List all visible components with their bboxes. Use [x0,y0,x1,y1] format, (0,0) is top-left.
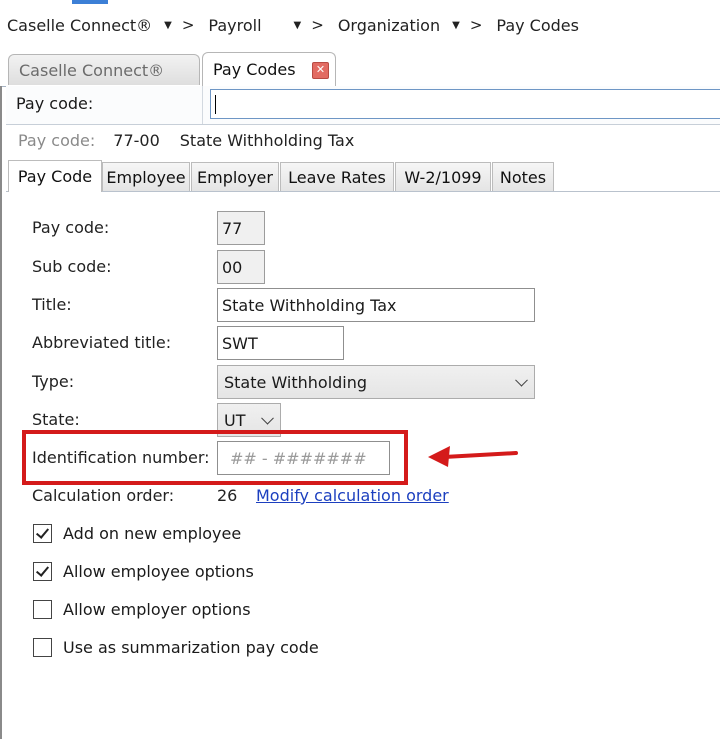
title-strip [0,0,720,6]
breadcrumb-item-pay-codes[interactable]: Pay Codes [496,16,579,35]
window-accent [72,0,108,4]
summary-code: 77-00 [113,131,160,150]
breadcrumb-item-payroll[interactable]: Payroll ▼ > [208,16,337,35]
tab-employer[interactable]: Employer [191,162,279,191]
pay-code-label: Pay code: [32,218,110,237]
tab-label: Leave Rates [288,167,386,187]
tab-label: Pay Codes [213,60,296,79]
state-label: State: [32,410,80,429]
caret-down-icon[interactable]: ▼ [294,20,302,31]
calculation-order-value: 26 [217,486,238,505]
checkbox-unchecked[interactable] [33,600,52,619]
checkbox-use-as-summarization-pay-code[interactable]: Use as summarization pay code [33,638,319,657]
abbreviated-title-field[interactable]: SWT [217,326,344,360]
checkbox-allow-employer-options[interactable]: Allow employer options [33,600,251,619]
window-left-border [0,86,2,739]
tab-leave-rates[interactable]: Leave Rates [280,162,394,191]
record-summary: Pay code: 77-00 State Withholding Tax [18,131,354,150]
abbreviated-title-label: Abbreviated title: [32,333,172,352]
modify-calculation-order-link[interactable]: Modify calculation order [256,486,449,505]
breadcrumb-separator: > [181,16,195,34]
checkbox-label: Allow employee options [63,562,254,581]
pay-code-lookup-bar: Pay code: [6,86,720,125]
tab-label: Employee [106,167,186,187]
title-value: State Withholding Tax [222,295,397,315]
title-field[interactable]: State Withholding Tax [217,288,535,322]
tab-label: Notes [499,167,547,187]
checkbox-label: Add on new employee [63,524,242,543]
breadcrumb-label: Pay Codes [496,15,579,35]
caret-down-icon[interactable]: ▼ [164,20,172,31]
arrow-left-icon [428,446,518,467]
tab-notes[interactable]: Notes [492,162,554,191]
tab-w2-1099[interactable]: W-2/1099 [395,162,491,191]
checkbox-checked[interactable] [33,524,52,543]
type-label: Type: [32,372,75,391]
breadcrumb-label: Organization [337,15,441,35]
summary-label: Pay code: [18,131,96,150]
tab-label: Pay Code [17,167,93,186]
breadcrumb-separator: > [311,16,324,34]
checkbox-unchecked[interactable] [33,638,52,657]
pay-code-value: 77 [222,218,243,238]
chevron-down-icon [515,373,528,387]
type-select[interactable]: State Withholding [217,365,535,399]
summary-title: State Withholding Tax [179,131,355,150]
checkbox-label: Allow employer options [63,600,251,619]
sub-code-field[interactable]: 00 [217,250,265,284]
sub-code-value: 00 [222,257,243,277]
breadcrumb-separator: > [469,16,483,34]
breadcrumb-item-organization[interactable]: Organization ▼ > [338,16,497,35]
title-label: Title: [32,295,72,314]
breadcrumb: Caselle Connect® ▼ > Payroll ▼ > Organiz… [0,8,720,42]
abbreviated-title-value: SWT [222,333,258,353]
breadcrumb-item-caselle[interactable]: Caselle Connect® ▼ > [7,16,208,35]
pay-code-field[interactable]: 77 [217,211,265,245]
type-value: State Withholding [224,372,368,392]
text-caret [215,95,216,114]
breadcrumb-label: Caselle Connect® [7,15,153,35]
tab-label: W-2/1099 [404,167,482,187]
pay-code-lookup-input[interactable] [210,89,720,119]
close-icon[interactable]: ✕ [312,62,329,79]
form-tab-bar: Pay Code Employee Employer Leave Rates W… [6,160,720,192]
tab-pay-codes[interactable]: Pay Codes ✕ [202,52,336,86]
divider [202,86,203,124]
pay-code-lookup-label: Pay code: [16,94,94,113]
checkbox-allow-employee-options[interactable]: Allow employee options [33,562,254,581]
caret-down-icon[interactable]: ▼ [452,20,460,31]
checkbox-label: Use as summarization pay code [63,638,319,657]
tab-pay-code[interactable]: Pay Code [8,160,102,192]
document-tab-bar: Caselle Connect® Pay Codes ✕ [0,50,720,87]
tab-label: Caselle Connect® [19,60,165,80]
tab-label: Employer [197,167,273,187]
state-value: UT [224,410,246,430]
checkbox-add-on-new-employee[interactable]: Add on new employee [33,524,241,543]
checkbox-checked[interactable] [33,562,52,581]
sub-code-label: Sub code: [32,257,112,276]
highlight-box [22,430,408,485]
tab-employee[interactable]: Employee [102,162,190,191]
calculation-order-label: Calculation order: [32,486,175,505]
tab-caselle-connect[interactable]: Caselle Connect® [8,54,200,85]
chevron-down-icon [261,411,274,425]
breadcrumb-label: Payroll [208,15,262,35]
